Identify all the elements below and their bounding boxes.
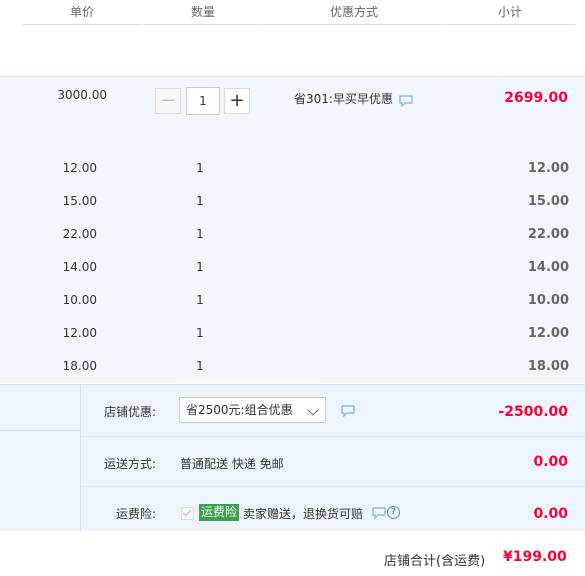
quantity-input[interactable]: 1 [186, 87, 220, 115]
bundle-item-subtotal: 12.00 [527, 161, 569, 176]
header-discount-method: 优惠方式 [264, 0, 444, 25]
order-options-top-border [0, 384, 585, 385]
store-discount-selected: 省2500元:组合优惠 [186, 403, 293, 417]
bundle-item-subtotal: 10.00 [527, 293, 569, 308]
order-options-rule [81, 486, 585, 487]
chat-icon[interactable] [341, 405, 355, 417]
bundle-item-quantity: 1 [196, 260, 204, 274]
store-discount-label: 店铺优惠: [103, 405, 156, 419]
bundle-item-quantity: 1 [196, 326, 204, 340]
chat-icon[interactable] [372, 507, 386, 519]
chevron-down-icon [307, 404, 319, 416]
cart-table-header: 单价 数量 优惠方式 小计 [0, 0, 585, 25]
bundle-item-subtotal: 18.00 [527, 359, 569, 374]
bundle-item-price: 22.00 [62, 227, 97, 241]
header-subtotal: 小计 [445, 0, 575, 25]
bundle-item-price: 10.00 [62, 293, 97, 307]
main-item-price: 3000.00 [57, 88, 107, 102]
header-quantity: 数量 [143, 0, 263, 25]
shipping-amount: 0.00 [533, 454, 568, 470]
bundle-item-subtotal: 15.00 [527, 194, 569, 209]
bundle-item-price: 12.00 [62, 161, 97, 175]
store-discount-amount: -2500.00 [498, 404, 568, 420]
bundle-item-quantity: 1 [196, 293, 204, 307]
order-options-rule [81, 436, 585, 437]
bundle-item-price: 14.00 [62, 260, 97, 274]
insurance-text: 卖家赠送，退换货可赔 [243, 507, 364, 521]
bundle-item-price: 18.00 [62, 359, 97, 373]
bundle-item-quantity: 1 [196, 161, 204, 175]
bundle-item-subtotal: 22.00 [527, 227, 569, 242]
shipping-label: 运送方式: [103, 457, 156, 471]
bundle-item-price: 15.00 [62, 194, 97, 208]
header-unit-price: 单价 [22, 0, 142, 25]
bundle-item-quantity: 1 [196, 359, 204, 373]
main-item-subtotal: 2699.00 [504, 90, 568, 106]
bundle-item-subtotal: 12.00 [527, 326, 569, 341]
main-item-promotion: 省301:早买早优惠 [294, 92, 393, 106]
quantity-minus-button[interactable]: − [155, 88, 181, 114]
bundle-item-quantity: 1 [196, 194, 204, 208]
insurance-amount: 0.00 [533, 506, 568, 522]
items-panel-top-border [0, 76, 585, 77]
store-total-label: 店铺合计(含运费) [384, 554, 486, 569]
quantity-plus-button[interactable]: + [224, 88, 250, 114]
chat-icon[interactable] [399, 95, 413, 107]
bundle-item-subtotal: 14.00 [527, 260, 569, 275]
insurance-checkbox[interactable] [181, 507, 194, 520]
store-total-bar [0, 531, 585, 576]
store-discount-select[interactable]: 省2500元:组合优惠 [179, 397, 326, 423]
shipping-method: 普通配送 快递 免邮 [180, 457, 284, 471]
bundle-item-quantity: 1 [196, 227, 204, 241]
insurance-badge: 运费险 [199, 504, 240, 521]
store-total-amount: ¥199.00 [503, 549, 567, 565]
order-options-left-rule [0, 430, 80, 431]
insurance-label: 运费险: [115, 507, 156, 521]
bundle-item-price: 12.00 [62, 326, 97, 340]
help-icon[interactable]: ? [387, 506, 400, 519]
